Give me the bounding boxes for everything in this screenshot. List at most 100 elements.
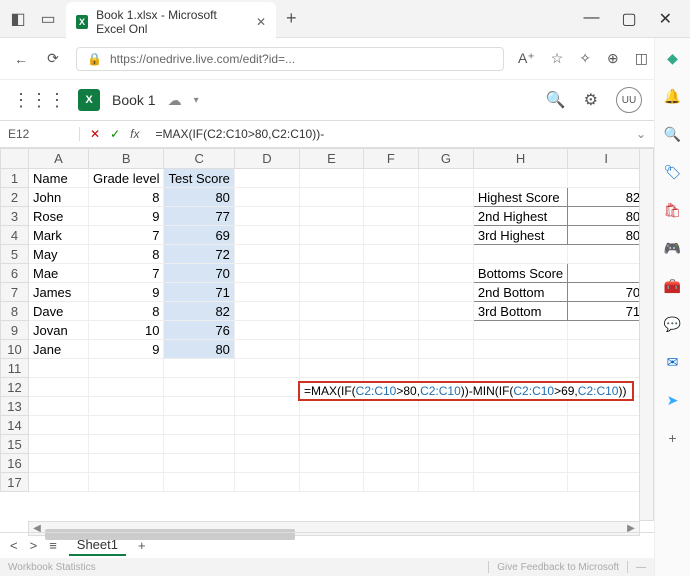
cell[interactable]: 82: [164, 302, 234, 321]
reading-icon[interactable]: A⁺: [518, 50, 535, 67]
row-header[interactable]: 2: [1, 188, 29, 207]
cell[interactable]: 8: [89, 188, 164, 207]
search-icon[interactable]: 🔍: [663, 124, 683, 144]
bell-icon[interactable]: 🔔: [663, 86, 683, 106]
feedback-button[interactable]: Give Feedback to Microsoft: [497, 562, 619, 573]
col-header-I[interactable]: I: [568, 149, 645, 169]
cell[interactable]: Bottoms Score: [473, 264, 567, 283]
workbook-name[interactable]: Book 1: [112, 92, 156, 108]
cell[interactable]: 80: [568, 207, 645, 226]
row-header[interactable]: 7: [1, 283, 29, 302]
cell[interactable]: John: [29, 188, 89, 207]
tools-icon[interactable]: 🧰: [663, 276, 683, 296]
profile-icon[interactable]: ◧: [10, 11, 26, 27]
row-header[interactable]: 17: [1, 473, 29, 492]
select-all[interactable]: [1, 149, 29, 169]
cell[interactable]: 9: [89, 207, 164, 226]
row-header[interactable]: 1: [1, 169, 29, 188]
cell[interactable]: 82: [568, 188, 645, 207]
cell[interactable]: 9: [89, 340, 164, 359]
cell[interactable]: 71: [164, 283, 234, 302]
send-icon[interactable]: ➤: [663, 390, 683, 410]
vertical-scrollbar[interactable]: [639, 148, 654, 521]
cell[interactable]: Grade level: [89, 169, 164, 188]
row-header[interactable]: 16: [1, 454, 29, 473]
refresh-icon[interactable]: ⟳: [44, 50, 62, 67]
cell[interactable]: 71: [568, 302, 645, 321]
split-icon[interactable]: ◫: [635, 50, 648, 67]
col-header-E[interactable]: E: [299, 149, 363, 169]
sheet-tab[interactable]: Sheet1: [69, 535, 126, 556]
row-header[interactable]: 14: [1, 416, 29, 435]
cell[interactable]: 70: [164, 264, 234, 283]
outlook-icon[interactable]: ✉: [663, 352, 683, 372]
prev-sheet-icon[interactable]: <: [10, 538, 18, 553]
col-header-B[interactable]: B: [89, 149, 164, 169]
cell[interactable]: Rose: [29, 207, 89, 226]
cell[interactable]: Jovan: [29, 321, 89, 340]
app-launcher-icon[interactable]: ⋮⋮⋮: [12, 90, 66, 111]
row-header[interactable]: 9: [1, 321, 29, 340]
row-header[interactable]: 10: [1, 340, 29, 359]
cell[interactable]: 2nd Highest: [473, 207, 567, 226]
cell[interactable]: 2nd Bottom: [473, 283, 567, 302]
header-search-icon[interactable]: 🔍: [546, 90, 566, 110]
zoom-out-icon[interactable]: —: [636, 562, 646, 573]
col-header-H[interactable]: H: [473, 149, 567, 169]
cancel-formula-icon[interactable]: ✕: [90, 127, 100, 141]
cell[interactable]: 3rd Highest: [473, 226, 567, 245]
col-header-A[interactable]: A: [29, 149, 89, 169]
add-icon[interactable]: +: [663, 428, 683, 448]
row-header[interactable]: 4: [1, 226, 29, 245]
star-icon[interactable]: ☆: [551, 50, 564, 67]
row-header[interactable]: 6: [1, 264, 29, 283]
cell[interactable]: Jane: [29, 340, 89, 359]
cell[interactable]: 9: [89, 283, 164, 302]
collections-icon[interactable]: ⊕: [607, 50, 619, 67]
cell[interactable]: James: [29, 283, 89, 302]
next-sheet-icon[interactable]: >: [30, 538, 38, 553]
back-icon[interactable]: ←: [12, 51, 30, 67]
spreadsheet-grid[interactable]: A B C D E F G H I 1 Name Grade level Tes…: [0, 148, 654, 576]
row-header[interactable]: 12: [1, 378, 29, 397]
copilot-icon[interactable]: ◆: [663, 48, 683, 68]
extension-icon[interactable]: ✧: [579, 50, 591, 67]
row-header[interactable]: 13: [1, 397, 29, 416]
col-header-F[interactable]: F: [363, 149, 418, 169]
tabs-icon[interactable]: ▭: [40, 11, 56, 27]
formula-expand-icon[interactable]: ⌄: [628, 127, 654, 141]
row-header[interactable]: 15: [1, 435, 29, 454]
accept-formula-icon[interactable]: ✓: [110, 127, 120, 141]
games-icon[interactable]: 🎮: [663, 238, 683, 258]
new-tab-button[interactable]: +: [286, 8, 297, 29]
row-header[interactable]: 5: [1, 245, 29, 264]
cell[interactable]: Name: [29, 169, 89, 188]
settings-icon[interactable]: ⚙: [584, 90, 598, 110]
close-window-icon[interactable]: ✕: [659, 9, 672, 29]
col-header-C[interactable]: C: [164, 149, 234, 169]
col-header-D[interactable]: D: [234, 149, 299, 169]
cell[interactable]: Mae: [29, 264, 89, 283]
minimize-icon[interactable]: —: [583, 9, 599, 29]
skype-icon[interactable]: 💬: [663, 314, 683, 334]
cell[interactable]: 76: [164, 321, 234, 340]
maximize-icon[interactable]: ▢: [621, 9, 636, 29]
fx-icon[interactable]: fx: [130, 127, 139, 141]
workbook-stats-button[interactable]: Workbook Statistics: [8, 562, 96, 573]
cell[interactable]: 69: [164, 226, 234, 245]
close-tab-icon[interactable]: ✕: [256, 15, 266, 29]
all-sheets-icon[interactable]: ≡: [49, 538, 57, 553]
name-box[interactable]: E12: [0, 127, 80, 141]
formula-input[interactable]: =MAX(IF(C2:C10>80,C2:C10))-: [149, 127, 627, 141]
add-sheet-icon[interactable]: +: [138, 538, 146, 553]
cell[interactable]: 8: [89, 302, 164, 321]
cell[interactable]: 7: [89, 264, 164, 283]
row-header[interactable]: 3: [1, 207, 29, 226]
cell[interactable]: 70: [568, 283, 645, 302]
row-header[interactable]: 8: [1, 302, 29, 321]
row-header[interactable]: 11: [1, 359, 29, 378]
cell[interactable]: May: [29, 245, 89, 264]
tag-icon[interactable]: 🏷: [663, 162, 683, 182]
active-cell-formula[interactable]: =MAX(IF(C2:C10>80,C2:C10))-MIN(IF(C2:C10…: [298, 381, 634, 401]
cell[interactable]: 80: [164, 340, 234, 359]
